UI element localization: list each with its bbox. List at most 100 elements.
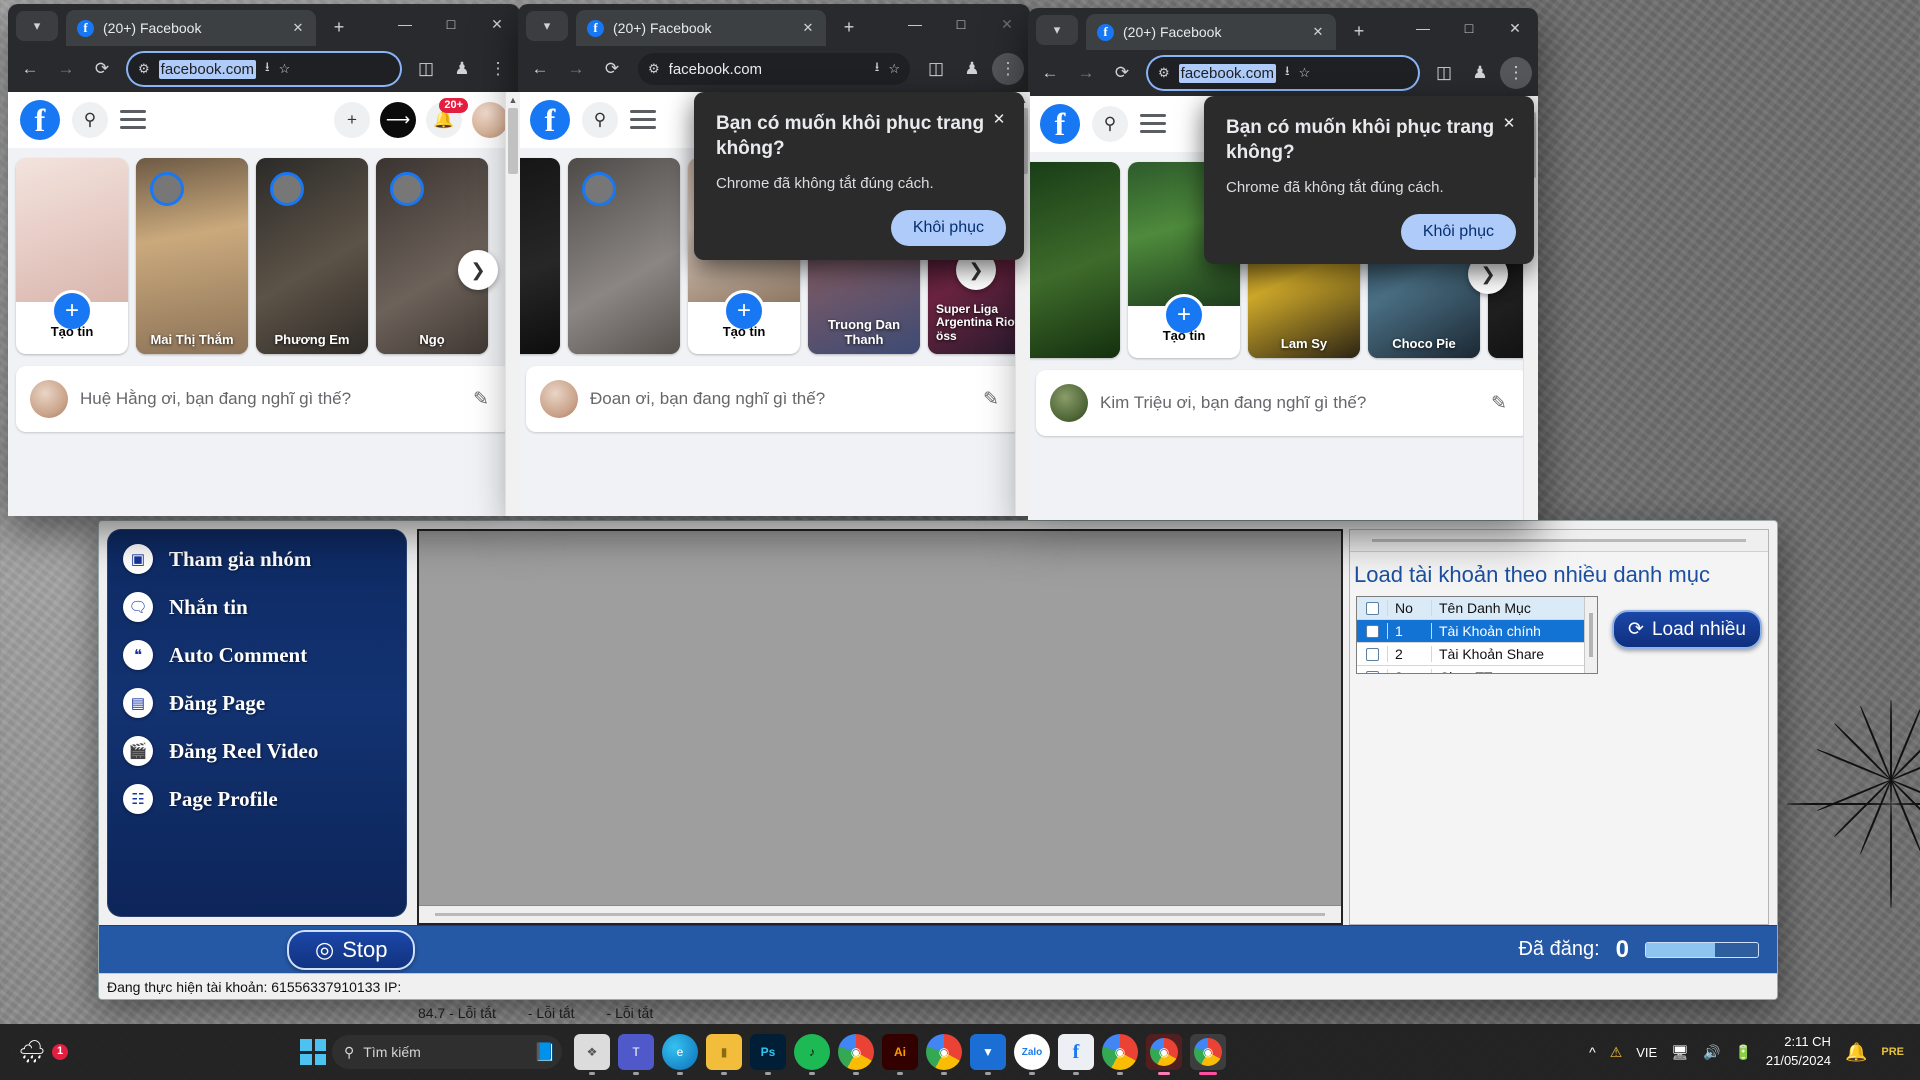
three-dots-menu-icon[interactable]: ⋮ xyxy=(1500,57,1532,89)
profile-avatar-icon[interactable]: ♟ xyxy=(956,53,988,85)
story-card[interactable]: Phương Em xyxy=(256,158,368,354)
avatar[interactable] xyxy=(1050,384,1088,422)
address-bar-value[interactable]: facebook.com xyxy=(1178,63,1277,83)
row-checkbox[interactable] xyxy=(1357,670,1387,673)
new-tab-button[interactable]: + xyxy=(1344,16,1374,46)
address-bar[interactable]: ⚙ facebook.com ⭳ ☆ xyxy=(128,53,400,85)
maximize-icon[interactable]: □ xyxy=(938,4,984,44)
create-button[interactable]: + xyxy=(334,101,370,138)
messenger-icon[interactable]: ⟶ xyxy=(380,101,416,138)
facebook-logo-icon[interactable]: f xyxy=(1040,103,1080,144)
chevron-up-icon[interactable]: ^ xyxy=(1589,1044,1596,1060)
composer-placeholder[interactable]: Huệ Hằng ơi, bạn đang nghĩ gì thế? xyxy=(80,389,452,409)
photoshop-icon[interactable]: Ps xyxy=(750,1034,786,1075)
close-icon[interactable]: ✕ xyxy=(988,108,1010,130)
tab-facebook[interactable]: f (20+) Facebook ✕ xyxy=(576,10,826,46)
chrome-icon[interactable]: ◉ xyxy=(1102,1034,1138,1075)
close-icon[interactable]: ✕ xyxy=(1309,23,1327,41)
reload-button[interactable]: ⟳ xyxy=(86,53,118,85)
row-checkbox[interactable] xyxy=(1357,647,1387,661)
load-many-button[interactable]: ⟳ Load nhiều xyxy=(1612,610,1762,649)
story-card[interactable] xyxy=(1028,162,1120,358)
post-composer-3[interactable]: Kim Triệu ơi, bạn đang nghĩ gì thế? ✎ xyxy=(1036,370,1530,436)
sidebar-item-auto-comment[interactable]: ❝ Auto Comment xyxy=(107,639,407,671)
forward-button[interactable]: → xyxy=(1070,57,1102,89)
story-card[interactable] xyxy=(518,158,560,354)
bell-icon[interactable]: 🔔 xyxy=(1845,1042,1867,1063)
story-card[interactable]: Mai Thị Thắm xyxy=(136,158,248,354)
three-dots-menu-icon[interactable]: ⋮ xyxy=(482,53,514,85)
side-panel-icon[interactable]: ◫ xyxy=(410,53,442,85)
restore-pages-dialog-3[interactable]: ✕ Bạn có muốn khôi phục trang không? Chr… xyxy=(1204,96,1534,265)
page-scrollbar[interactable]: ▲ xyxy=(505,92,520,516)
facebook-icon[interactable]: f xyxy=(1058,1034,1094,1075)
profile-avatar-icon[interactable]: ♟ xyxy=(1464,57,1496,89)
star-icon[interactable]: ☆ xyxy=(1299,65,1311,81)
row-checkbox[interactable] xyxy=(1357,624,1387,638)
chrome-icon[interactable]: ◉ xyxy=(838,1034,874,1075)
avatar[interactable] xyxy=(540,380,578,418)
tune-icon[interactable]: ⚙ xyxy=(648,61,660,77)
select-all-checkbox[interactable] xyxy=(1357,601,1387,615)
close-icon[interactable]: ✕ xyxy=(1498,112,1520,134)
post-composer-2[interactable]: Đoan ơi, bạn đang nghĩ gì thế? ✎ xyxy=(526,366,1022,432)
search-icon[interactable]: ⚲ xyxy=(1092,105,1128,142)
premiere-icon[interactable]: PRE xyxy=(1881,1046,1904,1058)
profile-avatar-icon[interactable]: ♟ xyxy=(446,53,478,85)
install-app-icon[interactable]: ⭳ xyxy=(1285,62,1290,84)
address-bar-value[interactable]: facebook.com xyxy=(669,61,866,78)
chrome-icon[interactable]: ◉ xyxy=(926,1034,962,1075)
illustrator-icon[interactable]: Ai xyxy=(882,1034,918,1075)
close-icon[interactable]: ✕ xyxy=(984,4,1030,44)
new-tab-button[interactable]: + xyxy=(834,12,864,42)
story-card[interactable] xyxy=(568,158,680,354)
close-icon[interactable]: ✕ xyxy=(1492,8,1538,48)
volume-icon[interactable]: 🔊 xyxy=(1703,1044,1720,1061)
scroll-up-icon[interactable]: ▲ xyxy=(506,92,520,108)
facebook-logo-icon[interactable]: f xyxy=(530,99,570,140)
side-panel-icon[interactable]: ◫ xyxy=(920,53,952,85)
tab-search-button[interactable]: ▾ xyxy=(526,11,568,41)
install-app-icon[interactable]: ⭳ xyxy=(265,58,270,80)
warning-icon[interactable]: ⚠ xyxy=(1610,1044,1623,1061)
hamburger-menu-icon[interactable] xyxy=(1140,114,1166,133)
minimize-icon[interactable]: — xyxy=(382,4,428,44)
star-icon[interactable]: ☆ xyxy=(279,61,291,77)
tune-icon[interactable]: ⚙ xyxy=(138,61,150,77)
restore-pages-dialog-2[interactable]: ✕ Bạn có muốn khôi phục trang không? Chr… xyxy=(694,92,1024,261)
network-icon[interactable]: 🖥 xyxy=(1671,1044,1689,1061)
minimize-icon[interactable]: — xyxy=(892,4,938,44)
category-table[interactable]: No Tên Danh Mục 1 Tài Khoản chính 2 Tài … xyxy=(1356,596,1599,674)
back-button[interactable]: ← xyxy=(524,53,556,85)
table-row[interactable]: 1 Tài Khoản chính xyxy=(1357,620,1598,643)
search-icon[interactable]: ⚲ xyxy=(72,101,108,138)
windows-start-icon[interactable] xyxy=(300,1039,326,1065)
forward-button[interactable]: → xyxy=(560,53,592,85)
stop-button[interactable]: ◎ Stop xyxy=(287,929,416,970)
facebook-logo-icon[interactable]: f xyxy=(20,99,60,140)
language-indicator[interactable]: VIE xyxy=(1636,1045,1657,1060)
stories-next-button[interactable]: ❯ xyxy=(458,250,498,290)
close-icon[interactable]: ✕ xyxy=(474,4,520,44)
edge-icon[interactable]: e xyxy=(662,1034,698,1075)
reload-button[interactable]: ⟳ xyxy=(596,53,628,85)
table-row[interactable]: 2 Tài Khoản Share xyxy=(1357,643,1598,666)
sidebar-item-page-profile[interactable]: ☷ Page Profile xyxy=(107,783,407,815)
close-icon[interactable]: ✕ xyxy=(289,19,307,37)
table-row[interactable]: 3 Chạy TT xyxy=(1357,666,1597,673)
address-bar[interactable]: ⚙ facebook.com ⭳ ☆ xyxy=(638,53,910,85)
composer-placeholder[interactable]: Đoan ơi, bạn đang nghĩ gì thế? xyxy=(590,389,962,409)
restore-button[interactable]: Khôi phục xyxy=(890,210,1006,247)
maximize-icon[interactable]: □ xyxy=(428,4,474,44)
sidebar-item-message[interactable]: 🗨 Nhắn tin xyxy=(107,591,407,623)
chrome-icon[interactable]: ◉ xyxy=(1146,1034,1182,1075)
forward-button[interactable]: → xyxy=(50,53,82,85)
sidebar-item-post-page[interactable]: ▤ Đăng Page xyxy=(107,687,407,719)
address-bar[interactable]: ⚙ facebook.com ⭳ ☆ xyxy=(1148,57,1418,89)
hamburger-menu-icon[interactable] xyxy=(630,110,656,129)
side-panel-icon[interactable]: ◫ xyxy=(1428,57,1460,89)
search-input[interactable]: ⚲ Tìm kiếm 📘 xyxy=(332,1035,562,1069)
tab-facebook[interactable]: f (20+) Facebook ✕ xyxy=(66,10,316,46)
edit-pencil-icon[interactable]: ✎ xyxy=(974,382,1008,416)
sidebar-item-join-group[interactable]: ▣ Tham gia nhóm xyxy=(107,543,407,575)
